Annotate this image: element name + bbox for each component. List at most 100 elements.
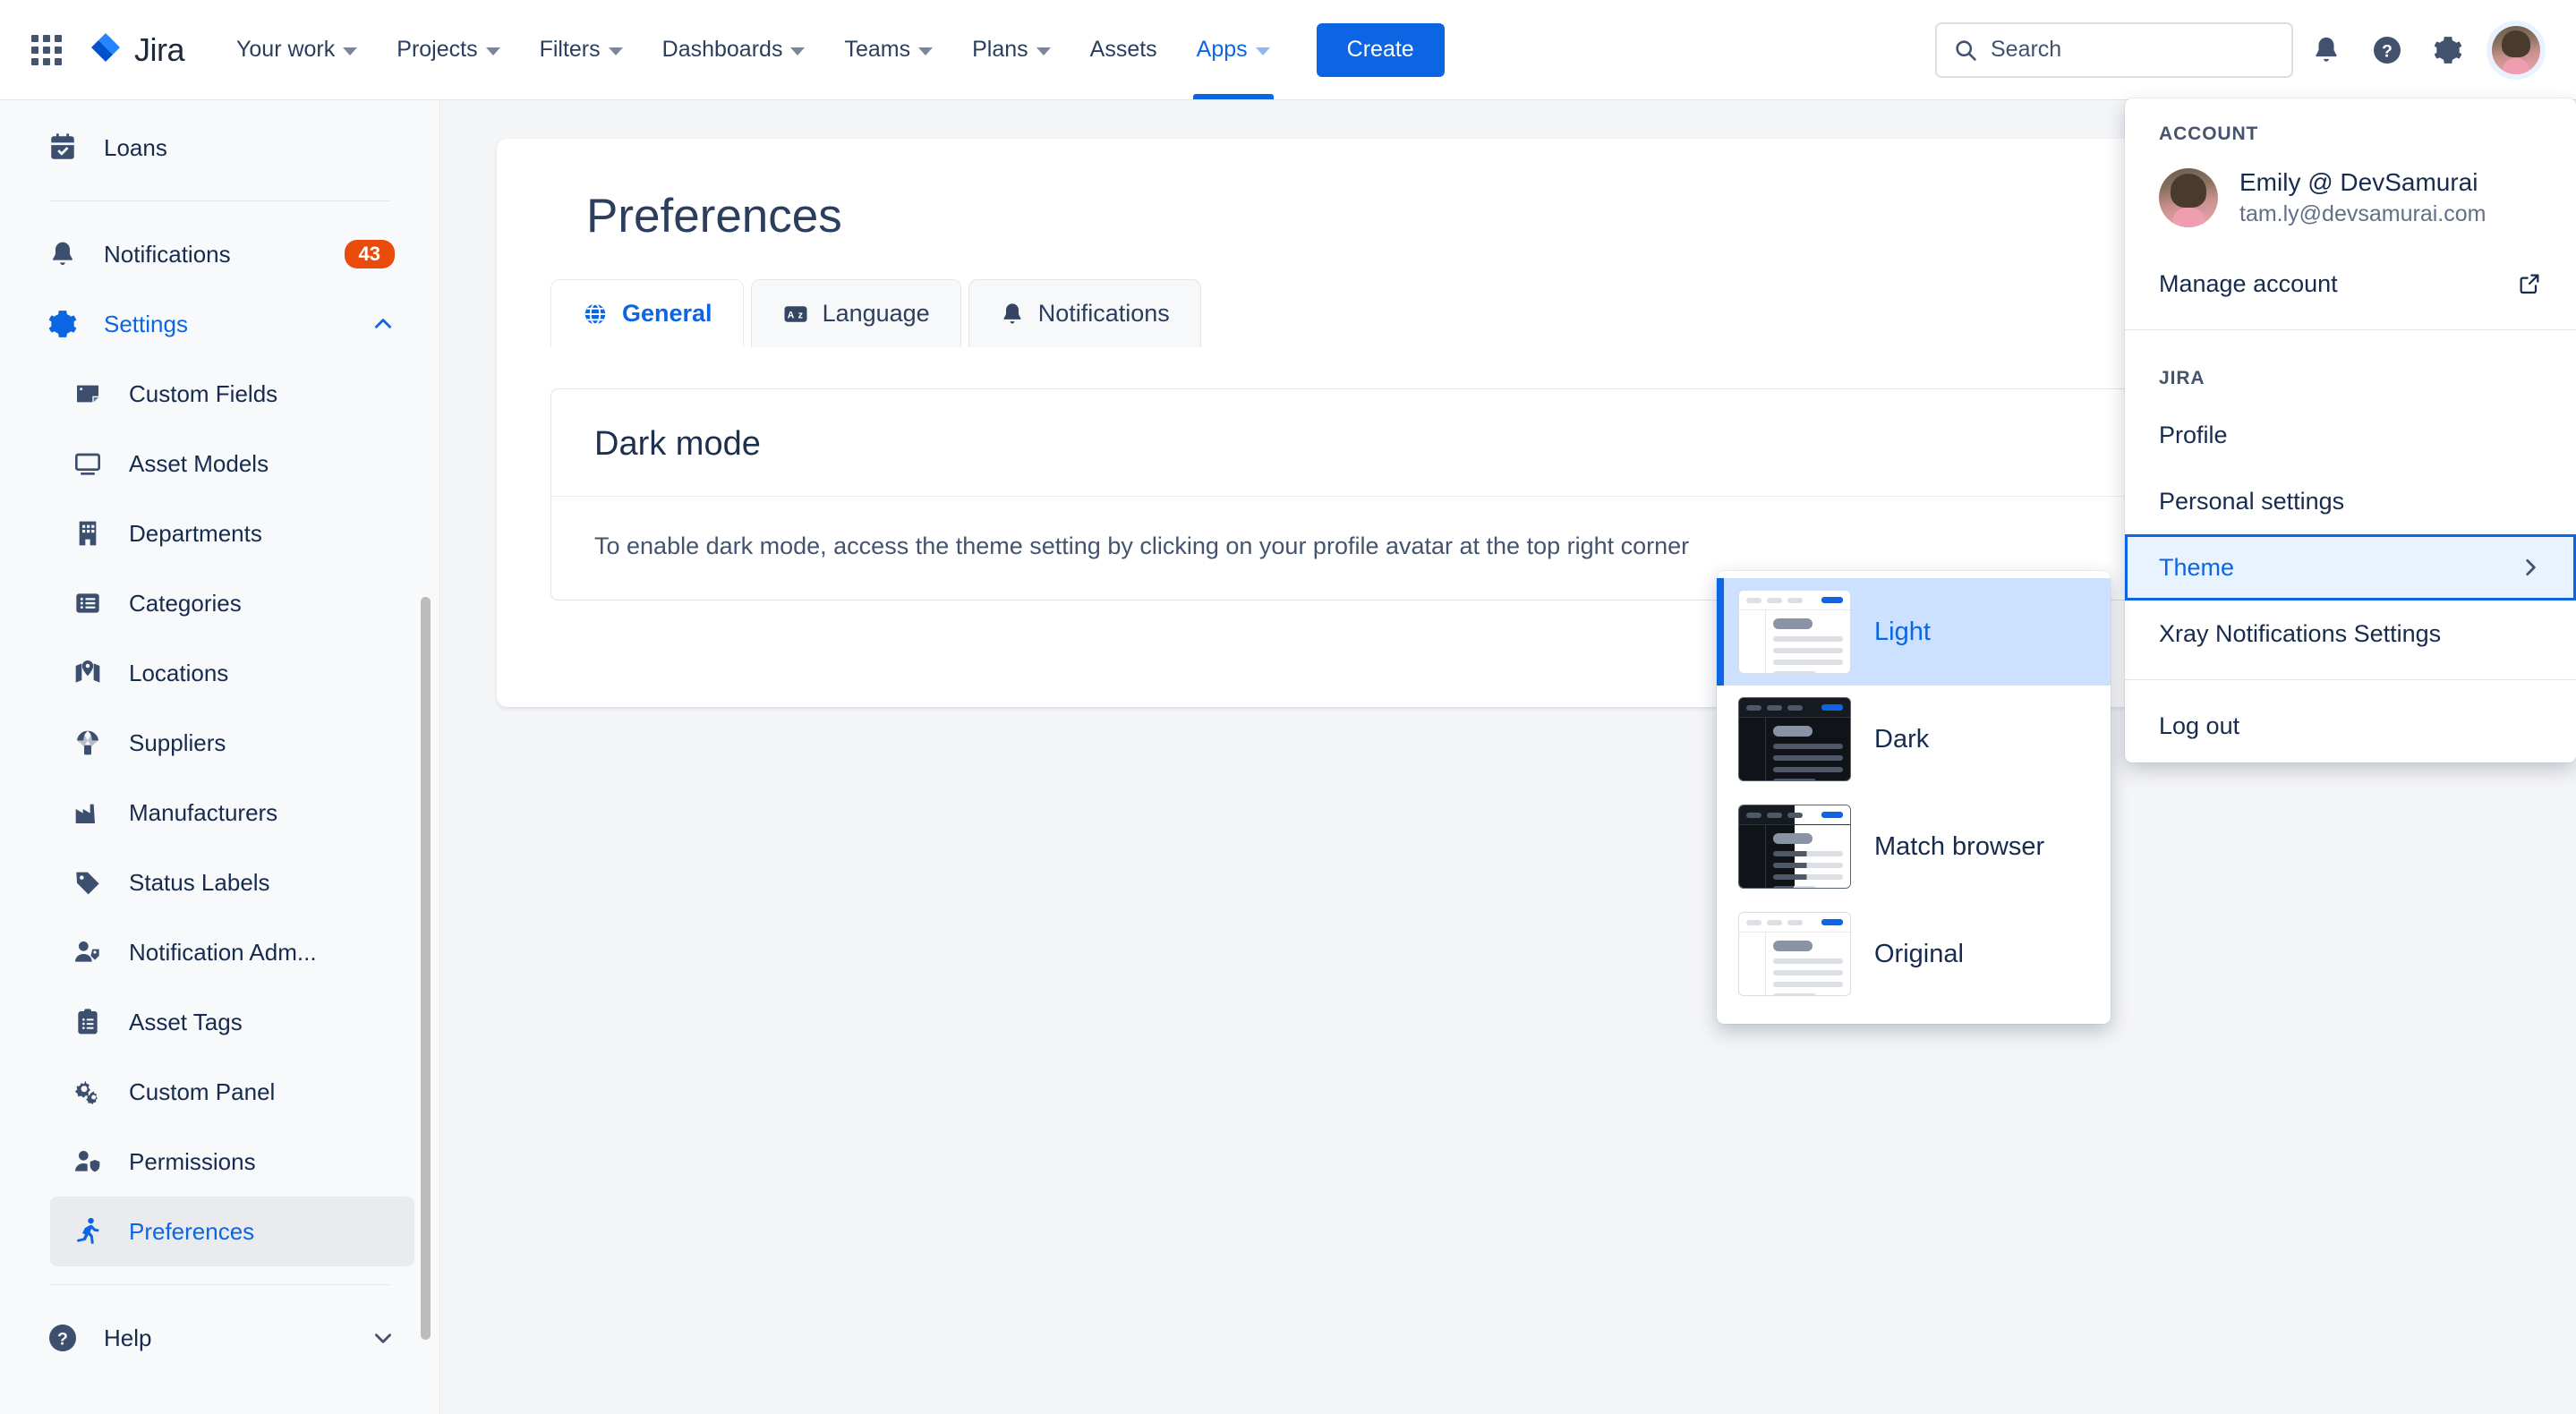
- notifications-icon[interactable]: [2299, 22, 2354, 78]
- bell-icon: [45, 236, 81, 272]
- sidebar-item-label: Manufacturers: [129, 798, 278, 826]
- svg-text:?: ?: [2382, 41, 2393, 61]
- sidebar-item-preferences[interactable]: Preferences: [50, 1197, 414, 1266]
- avatar: [2159, 168, 2218, 227]
- settings-gear-icon[interactable]: [2420, 22, 2476, 78]
- nav-item-teams[interactable]: Teams: [824, 0, 952, 99]
- sidebar-item-manufacturers[interactable]: Manufacturers: [50, 778, 414, 848]
- jira-logo-icon: [86, 30, 125, 70]
- grid-apps-icon[interactable]: [27, 30, 66, 70]
- theme-option-label: Original: [1874, 939, 1964, 968]
- nav-item-apps[interactable]: Apps: [1177, 0, 1290, 99]
- tag-icon: [70, 865, 106, 900]
- sidebar-item-label: Custom Panel: [129, 1078, 276, 1105]
- gear-icon: [45, 306, 81, 342]
- sidebar-item-label: Asset Models: [129, 449, 269, 477]
- chevron-down-icon[interactable]: [371, 1326, 395, 1350]
- parachute-box-icon: [70, 725, 106, 761]
- nav-label: Dashboards: [661, 37, 783, 62]
- split-theme-preview: [1738, 805, 1851, 889]
- translate-icon: A z: [782, 301, 809, 328]
- nav-item-dashboards[interactable]: Dashboards: [643, 0, 825, 99]
- tab-language[interactable]: A z Language: [750, 279, 961, 347]
- menu-item-xray-notifications-settings[interactable]: Xray Notifications Settings: [2125, 601, 2576, 667]
- theme-submenu: Light Dark Match browser Original: [1717, 571, 2111, 1024]
- brand-name: Jira: [134, 30, 185, 68]
- sidebar-item-asset-tags[interactable]: Asset Tags: [50, 987, 414, 1057]
- running-person-icon: [70, 1214, 106, 1249]
- sidebar-item-label: Permissions: [129, 1147, 256, 1175]
- theme-option-label: Dark: [1874, 724, 1930, 754]
- svg-text:A: A: [787, 310, 794, 320]
- manage-account-item[interactable]: Manage account: [2125, 251, 2576, 317]
- gears-icon: [70, 1074, 106, 1110]
- chevron-down-icon: [790, 47, 806, 55]
- menu-item-profile[interactable]: Profile: [2125, 402, 2576, 468]
- menu-separator-bottom: [2125, 679, 2576, 680]
- sidebar-item-custom-panel[interactable]: Custom Panel: [50, 1057, 414, 1127]
- help-circle-icon: ?: [45, 1320, 81, 1356]
- theme-option-original[interactable]: Original: [1717, 900, 2111, 1008]
- chevron-down-icon: [918, 47, 934, 55]
- sidebar-item-label: Status Labels: [129, 868, 270, 896]
- account-user-row[interactable]: Emily @ DevSamurai tam.ly@devsamurai.com: [2125, 158, 2576, 251]
- dark-theme-preview: [1738, 697, 1851, 781]
- sidebar-item-suppliers[interactable]: Suppliers: [50, 708, 414, 778]
- nav-right-controls: Search ?: [1935, 20, 2576, 80]
- avatar-image: [2492, 25, 2540, 74]
- sidebar-item-label: Custom Fields: [129, 379, 278, 407]
- nav-label: Your work: [236, 37, 336, 62]
- sidebar-scrollbar-thumb[interactable]: [421, 597, 431, 1340]
- nav-item-projects[interactable]: Projects: [377, 0, 519, 99]
- sidebar-item-asset-models[interactable]: Asset Models: [50, 429, 414, 498]
- menu-item-personal-settings[interactable]: Personal settings: [2125, 468, 2576, 534]
- nav-label: Teams: [844, 37, 911, 62]
- account-user-name: Emily @ DevSamurai: [2239, 168, 2478, 196]
- tab-notifications[interactable]: Notifications: [968, 279, 1201, 347]
- nav-item-plans[interactable]: Plans: [952, 0, 1070, 99]
- tab-label: Notifications: [1037, 300, 1170, 327]
- menu-item-log-out[interactable]: Log out: [2125, 693, 2576, 759]
- sidebar-item-custom-fields[interactable]: Custom Fields: [50, 359, 414, 429]
- sidebar-item-notification-admin[interactable]: Notification Adm...: [50, 917, 414, 987]
- tab-general[interactable]: General: [550, 279, 744, 347]
- sidebar-item-settings[interactable]: Settings: [25, 289, 414, 359]
- sidebar-item-permissions[interactable]: Permissions: [50, 1127, 414, 1197]
- nav-item-assets[interactable]: Assets: [1070, 0, 1177, 99]
- chevron-down-icon: [485, 47, 500, 55]
- sidebar-scrollbar-track[interactable]: [416, 100, 434, 1414]
- tab-label: General: [622, 300, 712, 327]
- avatar[interactable]: [2486, 20, 2546, 80]
- sidebar-item-label: Notification Adm...: [129, 938, 317, 966]
- sidebar-item-label: Settings: [104, 310, 188, 337]
- sidebar-item-label: Loans: [104, 133, 167, 161]
- menu-item-theme[interactable]: Theme: [2125, 534, 2576, 601]
- external-link-icon: [2517, 271, 2542, 296]
- help-icon[interactable]: ?: [2359, 22, 2415, 78]
- theme-option-dark[interactable]: Dark: [1717, 686, 2111, 793]
- create-button[interactable]: Create: [1316, 22, 1445, 77]
- svg-text:z: z: [798, 310, 802, 320]
- sidebar-item-status-labels[interactable]: Status Labels: [50, 848, 414, 917]
- theme-option-light[interactable]: Light: [1717, 578, 2111, 686]
- theme-option-match-browser[interactable]: Match browser: [1717, 793, 2111, 900]
- sidebar-item-locations[interactable]: Locations: [50, 638, 414, 708]
- sidebar-item-notifications[interactable]: Notifications 43: [25, 219, 414, 289]
- chevron-down-icon: [1036, 47, 1051, 55]
- sidebar-item-departments[interactable]: Departments: [50, 498, 414, 568]
- nav-item-filters[interactable]: Filters: [520, 0, 643, 99]
- sidebar-item-label: Locations: [129, 659, 229, 686]
- chevron-up-icon[interactable]: [371, 312, 395, 336]
- chevron-down-icon: [1255, 47, 1270, 55]
- sidebar-item-categories[interactable]: Categories: [50, 568, 414, 638]
- sidebar-item-loans[interactable]: Loans: [25, 113, 414, 183]
- clipboard-list-icon: [70, 1004, 106, 1040]
- custom-fields-icon: [70, 376, 106, 412]
- search-input[interactable]: Search: [1935, 21, 2293, 78]
- nav-label: Filters: [539, 37, 601, 62]
- jira-logo-home-link[interactable]: Jira: [86, 30, 185, 70]
- nav-item-your-work[interactable]: Your work: [217, 0, 377, 99]
- nav-label: Plans: [972, 37, 1028, 62]
- bell-icon: [1000, 302, 1025, 327]
- sidebar-item-help[interactable]: ? Help: [25, 1303, 414, 1373]
